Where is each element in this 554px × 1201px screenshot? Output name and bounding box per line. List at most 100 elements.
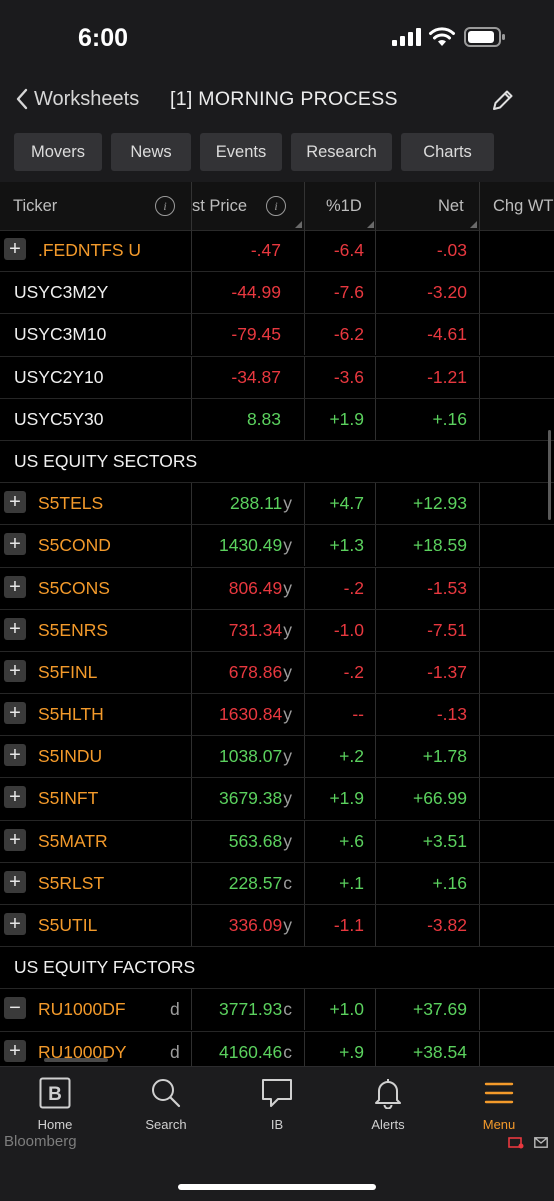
expand-plus-icon[interactable]: + — [4, 575, 26, 598]
column-divider — [375, 820, 376, 862]
expand-plus-icon[interactable]: + — [4, 828, 26, 851]
table-row[interactable]: + S5HLTH 1630.84 y -- -.13 — [0, 694, 554, 737]
ticker-symbol[interactable]: USYC2Y10 — [14, 357, 104, 398]
resize-handle[interactable] — [367, 221, 374, 228]
table-row[interactable]: + S5CONS 806.49 y -.2 -1.53 — [0, 567, 554, 610]
expand-plus-icon[interactable]: + — [4, 913, 26, 935]
column-divider — [479, 651, 480, 693]
collapse-minus-icon[interactable]: − — [4, 997, 26, 1020]
last-price-cell: -34.87 — [231, 357, 281, 398]
table-row[interactable]: − RU1000DF d 3771.93 c +1.0 +37.69 — [0, 989, 554, 1032]
column-divider — [304, 989, 305, 1031]
table-row[interactable]: + S5ENRS 731.34 y -1.0 -7.51 — [0, 609, 554, 652]
resize-handle[interactable] — [470, 221, 477, 228]
ticker-symbol[interactable]: S5MATR — [38, 821, 108, 862]
tab-research[interactable]: Research — [291, 133, 392, 171]
section-header[interactable]: US EQUITY FACTORS — [0, 947, 554, 990]
table-row[interactable]: USYC5Y30 8.83 +1.9 +.16 — [0, 398, 554, 441]
ticker-symbol[interactable]: S5RLST — [38, 863, 104, 904]
table-row[interactable]: USYC3M2Y -44.99 -7.6 -3.20 — [0, 272, 554, 315]
expand-plus-icon[interactable]: + — [4, 491, 26, 514]
delayed-flag: d — [170, 999, 180, 1020]
ticker-symbol[interactable]: USYC3M10 — [14, 314, 106, 355]
tabbar-ib[interactable]: IB — [232, 1075, 322, 1132]
table-row[interactable]: + S5MATR 563.68 y +.6 +3.51 — [0, 820, 554, 863]
table-row[interactable]: + .FEDNTFS U -.47 -6.4 -.03 — [0, 230, 554, 273]
tab-charts[interactable]: Charts — [401, 133, 494, 171]
expand-plus-icon[interactable]: + — [4, 659, 26, 682]
ticker-symbol[interactable]: S5INFT — [38, 778, 98, 819]
tab-news[interactable]: News — [111, 133, 191, 171]
column-header-pct[interactable]: %1D — [326, 182, 362, 230]
last-price-cell: 731.34 y — [229, 610, 292, 651]
pct-change: +1.9 — [329, 788, 364, 809]
tabbar-menu[interactable]: Menu — [454, 1075, 544, 1132]
column-header-net[interactable]: Net — [438, 182, 464, 230]
expand-plus-icon[interactable]: + — [4, 702, 26, 725]
last-price: 563.68 — [228, 830, 283, 851]
ticker-symbol[interactable]: S5UTIL — [38, 905, 97, 946]
table-row[interactable]: + S5INDU 1038.07 y +.2 +1.78 — [0, 736, 554, 779]
table-row[interactable]: + S5TELS 288.11 y +4.7 +12.93 — [0, 483, 554, 526]
expand-plus-icon[interactable]: + — [4, 870, 26, 893]
ticker-symbol[interactable]: S5ENRS — [38, 610, 108, 651]
expand-plus-icon[interactable]: + — [4, 617, 26, 640]
pct-change: -7.6 — [333, 282, 364, 303]
ticker-symbol[interactable]: .FEDNTFS U — [38, 230, 141, 271]
ticker-symbol[interactable]: USYC3M2Y — [14, 272, 108, 313]
column-divider — [375, 736, 376, 778]
section-header[interactable]: US EQUITY SECTORS — [0, 441, 554, 484]
tab-movers[interactable]: Movers — [14, 133, 102, 171]
table-row[interactable]: + S5RLST 228.57 c +.1 +.16 — [0, 862, 554, 905]
column-divider — [191, 651, 192, 693]
column-header-chg[interactable]: Chg WT — [493, 182, 554, 230]
expand-plus-icon[interactable]: + — [4, 533, 26, 556]
ticker-symbol[interactable]: S5FINL — [38, 652, 97, 693]
table-row[interactable]: + S5UTIL 336.09 y -1.1 -3.82 — [0, 905, 554, 948]
table-row[interactable]: + S5COND 1430.49 y +1.3 +18.59 — [0, 525, 554, 568]
ticker-symbol[interactable]: RU1000DF — [38, 989, 126, 1030]
ticker-symbol[interactable]: S5CONS — [38, 568, 110, 609]
wifi-icon — [429, 27, 455, 46]
info-icon: i — [155, 196, 175, 216]
column-header-ticker[interactable]: Ticker — [13, 182, 57, 230]
tabbar-alerts-label: Alerts — [371, 1117, 405, 1132]
last-price: 4160.46 — [218, 1041, 283, 1062]
ticker-symbol[interactable]: S5HLTH — [38, 694, 104, 735]
column-divider — [191, 525, 192, 567]
horizontal-scrollbar[interactable] — [44, 1058, 108, 1062]
ticker-symbol[interactable]: S5COND — [38, 525, 111, 566]
tab-events[interactable]: Events — [200, 133, 282, 171]
column-divider — [375, 905, 376, 946]
tabbar-search[interactable]: Search — [121, 1075, 211, 1132]
column-divider — [191, 230, 192, 271]
expand-plus-icon[interactable]: + — [4, 744, 26, 767]
brand-label: Bloomberg — [4, 1133, 77, 1150]
resize-handle[interactable] — [295, 221, 302, 228]
tabbar-home[interactable]: B Home — [10, 1075, 100, 1132]
ticker-info-button[interactable]: i — [155, 182, 175, 230]
price-info-button[interactable]: i — [266, 182, 286, 230]
expand-plus-icon[interactable]: + — [4, 786, 26, 809]
table-row[interactable]: + S5FINL 678.86 y -.2 -1.37 — [0, 651, 554, 695]
table-row[interactable]: USYC3M10 -79.45 -6.2 -4.61 — [0, 314, 554, 357]
ticker-symbol[interactable]: USYC5Y30 — [14, 399, 104, 440]
last-price-cell: 3679.38 y — [219, 778, 292, 819]
pct-change: -6.4 — [333, 240, 364, 260]
last-price: -34.87 — [231, 366, 281, 387]
ticker-symbol[interactable]: S5TELS — [38, 483, 103, 524]
expand-plus-icon[interactable]: + — [4, 238, 26, 260]
bloomberg-b-icon: B — [39, 1077, 71, 1109]
home-indicator[interactable] — [178, 1184, 376, 1190]
ticker-symbol[interactable]: S5INDU — [38, 736, 102, 777]
edit-pencil-icon[interactable] — [490, 87, 516, 113]
back-button[interactable]: Worksheets — [14, 87, 139, 111]
column-divider — [304, 314, 305, 356]
last-price-cell: 336.09 y — [229, 905, 292, 946]
expand-plus-icon[interactable]: + — [4, 1039, 26, 1062]
column-header-price[interactable]: st Price — [192, 182, 247, 230]
vertical-scrollbar[interactable] — [548, 430, 551, 520]
tabbar-alerts[interactable]: Alerts — [343, 1075, 433, 1132]
table-row[interactable]: USYC2Y10 -34.87 -3.6 -1.21 — [0, 356, 554, 399]
table-row[interactable]: + S5INFT 3679.38 y +1.9 +66.99 — [0, 778, 554, 821]
